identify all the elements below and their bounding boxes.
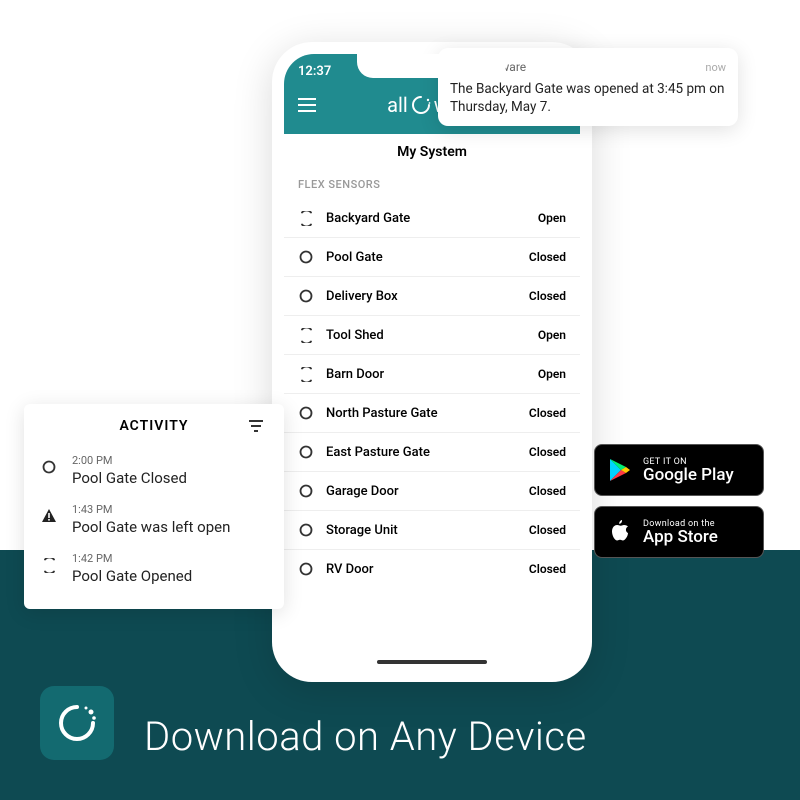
sensor-status: Closed — [529, 562, 566, 576]
sensor-name: Pool Gate — [326, 250, 529, 265]
activity-open-icon — [40, 556, 58, 574]
activity-item[interactable]: 2:00 PM Pool Gate Closed — [40, 446, 268, 495]
apple-icon — [607, 519, 633, 545]
open-icon — [298, 366, 314, 382]
activity-text: Pool Gate Closed — [72, 469, 187, 487]
activity-text: Pool Gate Opened — [72, 567, 192, 585]
store-badges: GET IT ON Google Play Download on the Ap… — [594, 444, 764, 558]
activity-title: ACTIVITY — [60, 418, 248, 434]
activity-time: 2:00 PM — [72, 454, 187, 467]
closed-icon — [298, 444, 314, 460]
sensor-row[interactable]: North Pasture GateClosed — [284, 394, 580, 433]
home-indicator[interactable] — [377, 660, 487, 664]
sensor-name: East Pasture Gate — [326, 445, 529, 460]
sensor-status: Closed — [529, 484, 566, 498]
sensor-name: Backyard Gate — [326, 211, 538, 226]
sensor-row[interactable]: Garage DoorClosed — [284, 472, 580, 511]
sensor-row[interactable]: Storage UnitClosed — [284, 511, 580, 550]
sensor-name: Tool Shed — [326, 328, 538, 343]
phone-mockup: 12:37 all ware My System FLEX SENSORS Ba… — [272, 42, 592, 682]
menu-icon[interactable] — [298, 98, 316, 112]
closed-icon — [298, 483, 314, 499]
sensor-row[interactable]: Pool GateClosed — [284, 238, 580, 277]
sensor-status: Closed — [529, 406, 566, 420]
closed-icon — [298, 288, 314, 304]
phone-notch — [357, 54, 507, 78]
google-play-badge[interactable]: GET IT ON Google Play — [594, 444, 764, 496]
banner-text: Download on Any Device — [144, 713, 587, 760]
notif-app-name: All Aware — [476, 60, 697, 74]
closed-icon — [298, 561, 314, 577]
notif-body: The Backyard Gate was opened at 3:45 pm … — [450, 80, 726, 116]
sensor-row[interactable]: RV DoorClosed — [284, 550, 580, 588]
sensor-name: North Pasture Gate — [326, 406, 529, 421]
sensor-row[interactable]: Backyard GateOpen — [284, 199, 580, 238]
section-header: FLEX SENSORS — [284, 168, 580, 199]
sensor-row[interactable]: Barn DoorOpen — [284, 355, 580, 394]
notif-time: now — [705, 61, 726, 74]
sensor-list: Backyard GateOpenPool GateClosedDelivery… — [284, 199, 580, 588]
closed-icon — [298, 405, 314, 421]
sensor-row[interactable]: Delivery BoxClosed — [284, 277, 580, 316]
sensor-status: Closed — [529, 523, 566, 537]
sensor-status: Closed — [529, 289, 566, 303]
filter-icon[interactable] — [248, 419, 264, 433]
sensor-status: Open — [538, 328, 566, 342]
activity-time: 1:43 PM — [72, 503, 230, 516]
page-title: My System — [284, 134, 580, 168]
sensor-status: Closed — [529, 250, 566, 264]
sensor-name: Delivery Box — [326, 289, 529, 304]
sensor-status: Open — [538, 367, 566, 381]
activity-time: 1:42 PM — [72, 552, 192, 565]
sensor-name: Garage Door — [326, 484, 529, 499]
app-store-badge[interactable]: Download on the App Store — [594, 506, 764, 558]
closed-icon — [298, 522, 314, 538]
sensor-name: RV Door — [326, 562, 529, 577]
sensor-row[interactable]: East Pasture GateClosed — [284, 433, 580, 472]
sensor-status: Open — [538, 211, 566, 225]
activity-text: Pool Gate was left open — [72, 518, 230, 536]
activity-card: ACTIVITY 2:00 PM Pool Gate Closed 1:43 PM P… — [24, 404, 284, 609]
open-icon — [298, 210, 314, 226]
sensor-name: Storage Unit — [326, 523, 529, 538]
open-icon — [298, 327, 314, 343]
app-icon — [40, 686, 114, 760]
apple-big-text: App Store — [643, 529, 718, 546]
activity-item[interactable]: 1:43 PM Pool Gate was left open — [40, 495, 268, 544]
google-play-icon — [607, 457, 633, 483]
google-big-text: Google Play — [643, 467, 734, 484]
activity-closed-icon — [40, 458, 58, 476]
sensor-status: Closed — [529, 445, 566, 459]
sensor-name: Barn Door — [326, 367, 538, 382]
activity-warn-icon — [40, 507, 58, 525]
closed-icon — [298, 249, 314, 265]
activity-item[interactable]: 1:42 PM Pool Gate Opened — [40, 544, 268, 593]
sensor-row[interactable]: Tool ShedOpen — [284, 316, 580, 355]
